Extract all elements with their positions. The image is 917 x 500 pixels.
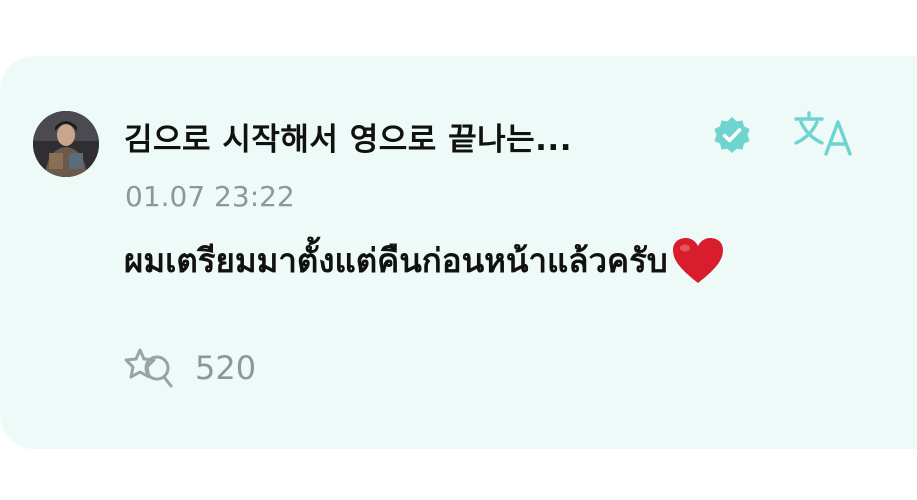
translate-icon[interactable] — [792, 110, 858, 158]
like-count: 520 — [195, 349, 257, 387]
heart-emoji-icon — [672, 237, 723, 283]
username[interactable]: 김으로 시작해서 영으로 끝나는... — [124, 114, 572, 159]
comment-message: ผมเตรียมมาตั้งแต่คืนก่อนหน้าแล้วครับ — [124, 234, 726, 287]
comment-timestamp: 01.07 23:22 — [125, 180, 295, 213]
verified-badge-icon — [714, 117, 750, 153]
like-icon[interactable] — [124, 346, 176, 390]
like-row: 520 — [124, 346, 256, 390]
comment-card: 김으로 시작해서 영으로 끝나는... 01.07 23:22 ผมเตรียม… — [0, 56, 917, 449]
avatar[interactable] — [33, 111, 99, 177]
comment-message-text: ผมเตรียมมาตั้งแต่คืนก่อนหน้าแล้วครับ — [124, 241, 668, 280]
